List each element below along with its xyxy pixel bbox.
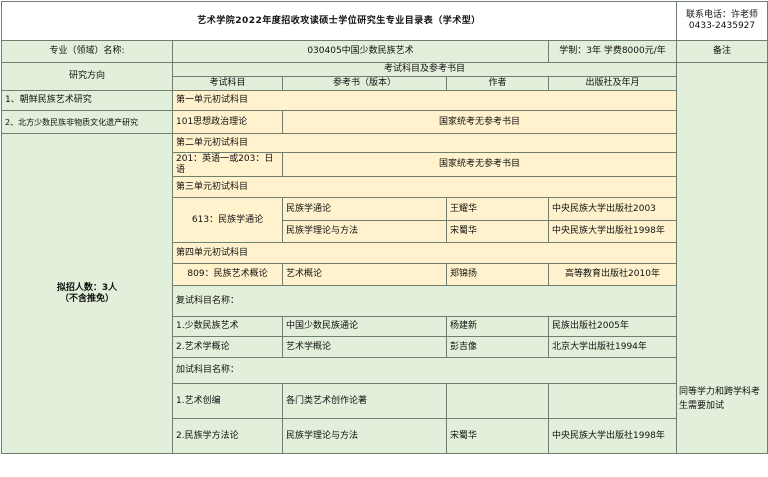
- additional-author-2: 宋蜀华: [446, 418, 549, 454]
- unit3-publisher-2: 中央民族大学出版社1998年: [547, 220, 678, 243]
- additional-subject-1: 1.艺术创编: [172, 383, 283, 419]
- retest-author-2: 彭吉像: [446, 336, 549, 358]
- book-header: 参考书（版本）: [282, 76, 447, 91]
- enrollment-cell: 拟招人数：3人 （不含推免）: [1, 133, 173, 454]
- unit1-title: 第一单元初试科目: [171, 90, 678, 111]
- unit1-note: 国家统考无参考书目: [281, 110, 678, 134]
- enrollment-note: （不含推免）: [59, 293, 114, 304]
- remarks-column: 同等学力和跨学科考生需要加试: [676, 62, 768, 454]
- unit4-title: 第四单元初试科目: [171, 242, 678, 264]
- additional-publisher-1: [547, 383, 678, 419]
- contact-label: 联系电话：许老师: [686, 10, 759, 20]
- retest-subject-2: 2.艺术学概论: [172, 336, 283, 358]
- unit4-book: 艺术概论: [282, 263, 447, 286]
- unit3-author-1: 王耀华: [446, 197, 549, 221]
- unit2-subject: 201：英语一或203：日语: [172, 152, 283, 177]
- unit3-publisher-1: 中央民族大学出版社2003: [547, 197, 678, 221]
- remarks-header: 备注: [676, 40, 768, 63]
- additional-book-1: 各门类艺术创作论著: [282, 383, 447, 419]
- retest-subject-1: 1.少数民族艺术: [172, 316, 283, 337]
- major-value: 030405中国少数民族艺术: [172, 40, 549, 63]
- retest-book-2: 艺术学概论: [282, 336, 447, 358]
- direction-header: 研究方向: [1, 62, 173, 91]
- additional-publisher-2: 中央民族大学出版社1998年: [547, 418, 678, 454]
- catalog-table: 艺术学院2022年度招收攻读硕士学位研究生专业目录表（学术型） 联系电话：许老师…: [0, 1, 768, 454]
- retest-publisher-2: 北京大学出版社1994年: [547, 336, 678, 358]
- major-label: 专业（领域）名称:: [1, 40, 173, 63]
- page-title: 艺术学院2022年度招收攻读硕士学位研究生专业目录表（学术型）: [0, 1, 678, 41]
- unit3-book-2: 民族学理论与方法: [282, 220, 447, 243]
- catalog-sheet: 艺术学院2022年度招收攻读硕士学位研究生专业目录表（学术型） 联系电话：许老师…: [0, 1, 768, 475]
- direction-item-1: 1、朝鲜民族艺术研究: [1, 90, 173, 111]
- exam-group-header: 考试科目及参考书目: [171, 62, 678, 77]
- unit3-title: 第三单元初试科目: [171, 176, 678, 198]
- unit4-publisher: 高等教育出版社2010年: [547, 263, 678, 286]
- subject-header: 考试科目: [172, 76, 283, 91]
- unit2-note: 国家统考无参考书目: [281, 152, 678, 177]
- additional-subject-2: 2.民族学方法论: [172, 418, 283, 454]
- retest-author-1: 杨建新: [446, 316, 549, 337]
- enrollment-count: 拟招人数：3人: [56, 282, 118, 293]
- direction-item-2: 2、北方少数民族非物质文化遗产研究: [1, 110, 173, 134]
- unit3-subject: 613：民族学通论: [172, 197, 283, 243]
- publisher-header: 出版社及年月: [547, 76, 678, 91]
- unit4-subject: 809：民族艺术概论: [172, 263, 283, 286]
- retest-book-1: 中国少数民族通论: [282, 316, 447, 337]
- additional-title: 加试科目名称：: [171, 357, 678, 384]
- unit3-book-1: 民族学通论: [282, 197, 447, 221]
- unit2-title: 第二单元初试科目: [171, 133, 678, 153]
- additional-author-1: [446, 383, 549, 419]
- additional-remark: 同等学力和跨学科考生需要加试: [679, 387, 761, 411]
- contact-cell: 联系电话：许老师 0433-2435927: [676, 1, 768, 41]
- unit4-author: 郑锦扬: [446, 263, 549, 286]
- contact-phone: 0433-2435927: [688, 21, 756, 31]
- duration-fee: 学制：3年 学费8000元/年: [547, 40, 678, 63]
- additional-book-2: 民族学理论与方法: [282, 418, 447, 454]
- author-header: 作者: [446, 76, 549, 91]
- unit3-author-2: 宋蜀华: [446, 220, 549, 243]
- retest-title: 复试科目名称：: [171, 285, 678, 317]
- retest-publisher-1: 民族出版社2005年: [547, 316, 678, 337]
- unit1-subject: 101思想政治理论: [172, 110, 283, 134]
